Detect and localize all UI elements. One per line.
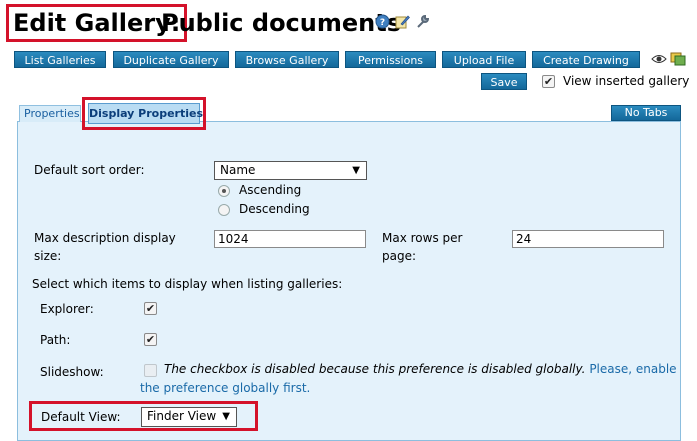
max-description-input[interactable]: 1024: [214, 230, 366, 248]
disabled-note-text: The checkbox is disabled because this pr…: [164, 362, 586, 376]
chevron-down-icon: ▼: [222, 411, 230, 422]
help-icon[interactable]: ?: [375, 14, 390, 29]
select-items-label: Select which items to display when listi…: [32, 277, 343, 291]
duplicate-gallery-button[interactable]: Duplicate Gallery: [113, 51, 229, 68]
view-inserted-gallery-option[interactable]: ✔ View inserted gallery: [542, 74, 689, 89]
radio-descending[interactable]: Descending: [218, 202, 310, 217]
radio-ascending[interactable]: Ascending: [218, 183, 301, 198]
max-description-label: Max description display: [34, 231, 176, 245]
edit-icon[interactable]: [395, 14, 410, 29]
no-tabs-button[interactable]: No Tabs: [611, 105, 681, 121]
radio-ascending-label: Ascending: [239, 183, 302, 197]
create-drawing-button[interactable]: Create Drawing: [532, 51, 640, 68]
sort-order-value: Name: [220, 163, 256, 177]
wrench-icon[interactable]: [415, 14, 430, 29]
radio-descending-button[interactable]: [218, 203, 230, 216]
default-view-label: Default View:: [41, 410, 121, 424]
max-description-label-cont: size:: [34, 249, 62, 263]
gallery-icon[interactable]: [670, 51, 686, 66]
enable-preference-link-cont[interactable]: the preference globally first.: [140, 381, 310, 395]
radio-descending-label: Descending: [239, 202, 310, 216]
explorer-label: Explorer:: [40, 302, 94, 316]
default-view-select[interactable]: Finder View ▼: [141, 407, 237, 427]
view-inserted-checkbox[interactable]: ✔: [542, 75, 555, 88]
gallery-name: Public documents: [161, 9, 401, 37]
max-rows-label: Max rows per: [382, 231, 463, 245]
chevron-down-icon: ▼: [352, 165, 360, 176]
slideshow-checkbox: ✔: [144, 364, 157, 377]
tab-properties[interactable]: Properties: [19, 105, 81, 122]
enable-preference-link[interactable]: Please, enable: [589, 362, 676, 376]
default-view-highlight: Default View: Finder View ▼: [29, 401, 258, 431]
permissions-button[interactable]: Permissions: [345, 51, 436, 68]
sort-order-label: Default sort order:: [34, 163, 145, 177]
path-checkbox[interactable]: ✔: [144, 333, 157, 346]
upload-file-button[interactable]: Upload File: [442, 51, 526, 68]
sort-order-select[interactable]: Name ▼: [214, 161, 367, 180]
eye-icon[interactable]: [651, 51, 667, 65]
slideshow-note-cont: the preference globally first.: [140, 379, 310, 398]
tab-display-properties-highlight: Display Properties: [82, 97, 206, 130]
browse-gallery-button[interactable]: Browse Gallery: [235, 51, 339, 68]
tab-display-properties[interactable]: Display Properties: [88, 103, 203, 124]
radio-ascending-button[interactable]: [218, 184, 230, 197]
slideshow-label: Slideshow:: [40, 365, 104, 379]
max-rows-input[interactable]: 24: [512, 230, 664, 248]
slideshow-disabled-note: The checkbox is disabled because this pr…: [164, 360, 677, 379]
page-header: Edit Gallery: Public documents ?: [6, 4, 696, 44]
view-inserted-label: View inserted gallery: [563, 74, 690, 88]
default-view-value: Finder View: [147, 409, 217, 423]
list-galleries-button[interactable]: List Galleries: [14, 51, 106, 68]
svg-text:?: ?: [380, 18, 385, 28]
explorer-checkbox[interactable]: ✔: [144, 302, 157, 315]
max-rows-label-cont: page:: [382, 249, 417, 263]
save-button[interactable]: Save: [481, 73, 527, 90]
path-label: Path:: [40, 333, 71, 347]
